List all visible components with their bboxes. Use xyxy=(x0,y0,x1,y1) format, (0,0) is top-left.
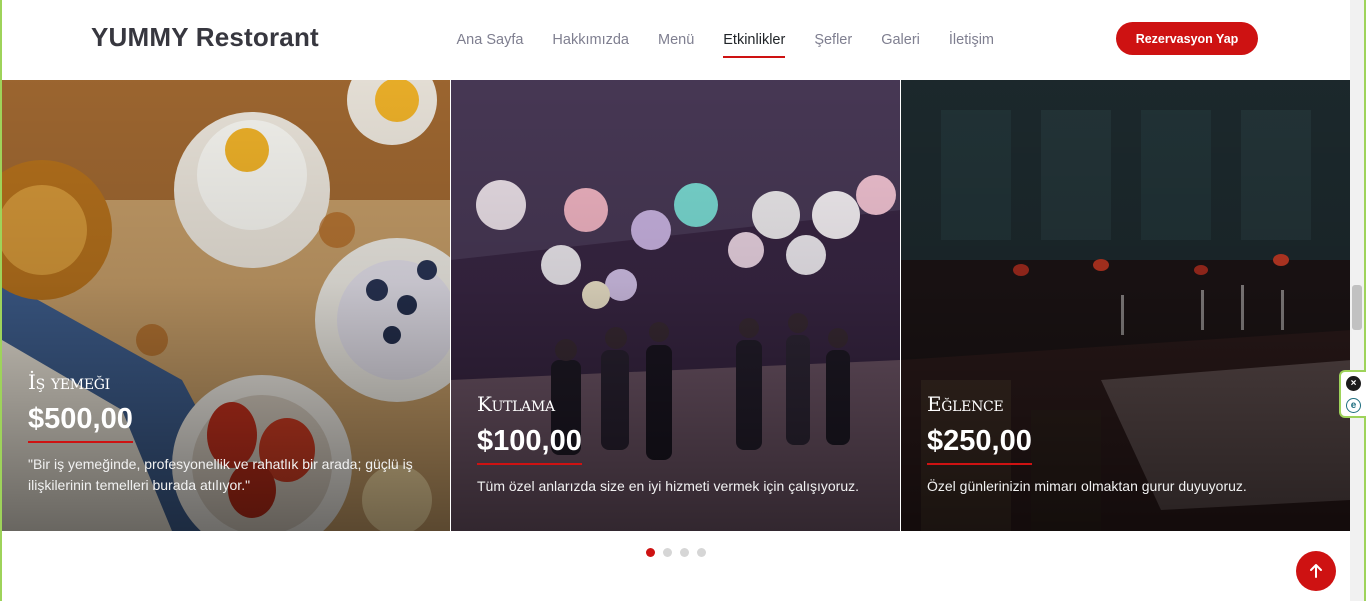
event-title: İş yemeği xyxy=(28,370,110,394)
nav-item-menu[interactable]: Menü xyxy=(658,26,694,54)
side-widget: × e xyxy=(1339,370,1366,418)
pagination-dot-1[interactable] xyxy=(646,548,655,557)
event-title: Eğlence xyxy=(927,392,1004,416)
event-price: $500,00 xyxy=(28,403,133,443)
events-slider: İş yemeği $500,00 "Bir iş yemeğinde, pro… xyxy=(2,80,1350,531)
arrow-up-icon xyxy=(1310,564,1322,578)
nav-item-ana-sayfa[interactable]: Ana Sayfa xyxy=(457,26,524,54)
back-to-top-button[interactable] xyxy=(1296,551,1336,591)
event-description: Tüm özel anlarızda size en iyi hizmeti v… xyxy=(477,478,860,494)
event-price: $100,00 xyxy=(477,425,582,465)
scrollbar-thumb[interactable] xyxy=(1352,285,1362,330)
nav-item-galeri[interactable]: Galeri xyxy=(881,26,920,54)
nav-item-etkinlikler[interactable]: Etkinlikler xyxy=(723,26,786,58)
nav-item-sefler[interactable]: Şefler xyxy=(814,26,852,54)
reservation-button[interactable]: Rezervasyon Yap xyxy=(1116,22,1258,55)
slider-pagination xyxy=(646,548,706,557)
pagination-dot-3[interactable] xyxy=(680,548,689,557)
pagination-dot-2[interactable] xyxy=(663,548,672,557)
brand-logo[interactable]: YUMMY Restorant xyxy=(91,22,319,53)
event-card[interactable]: İş yemeği $500,00 "Bir iş yemeğinde, pro… xyxy=(2,80,450,531)
main-nav: Ana Sayfa Hakkımızda Menü Etkinlikler Şe… xyxy=(442,0,1009,80)
page-scrollbar[interactable] xyxy=(1350,0,1364,601)
e-icon[interactable]: e xyxy=(1346,397,1361,413)
site-header: YUMMY Restorant Ana Sayfa Hakkımızda Men… xyxy=(2,0,1350,80)
nav-item-hakkimizda[interactable]: Hakkımızda xyxy=(552,26,629,54)
event-card[interactable]: Eğlence $250,00 Özel günlerinizin mimarı… xyxy=(900,80,1350,531)
close-icon[interactable]: × xyxy=(1346,375,1361,391)
event-description: "Bir iş yemeğinde, profesyonellik ve rah… xyxy=(28,456,413,493)
event-price: $250,00 xyxy=(927,425,1032,465)
event-card-content: Kutlama $100,00 Tüm özel anlarızda size … xyxy=(477,392,878,497)
event-title: Kutlama xyxy=(477,392,555,416)
nav-item-iletisim[interactable]: İletişim xyxy=(949,26,994,54)
event-card-content: İş yemeği $500,00 "Bir iş yemeğinde, pro… xyxy=(28,370,428,496)
event-description: Özel günlerinizin mimarı olmaktan gurur … xyxy=(927,478,1247,494)
event-card-content: Eğlence $250,00 Özel günlerinizin mimarı… xyxy=(927,392,1328,497)
pagination-dot-4[interactable] xyxy=(697,548,706,557)
event-card[interactable]: Kutlama $100,00 Tüm özel anlarızda size … xyxy=(450,80,900,531)
